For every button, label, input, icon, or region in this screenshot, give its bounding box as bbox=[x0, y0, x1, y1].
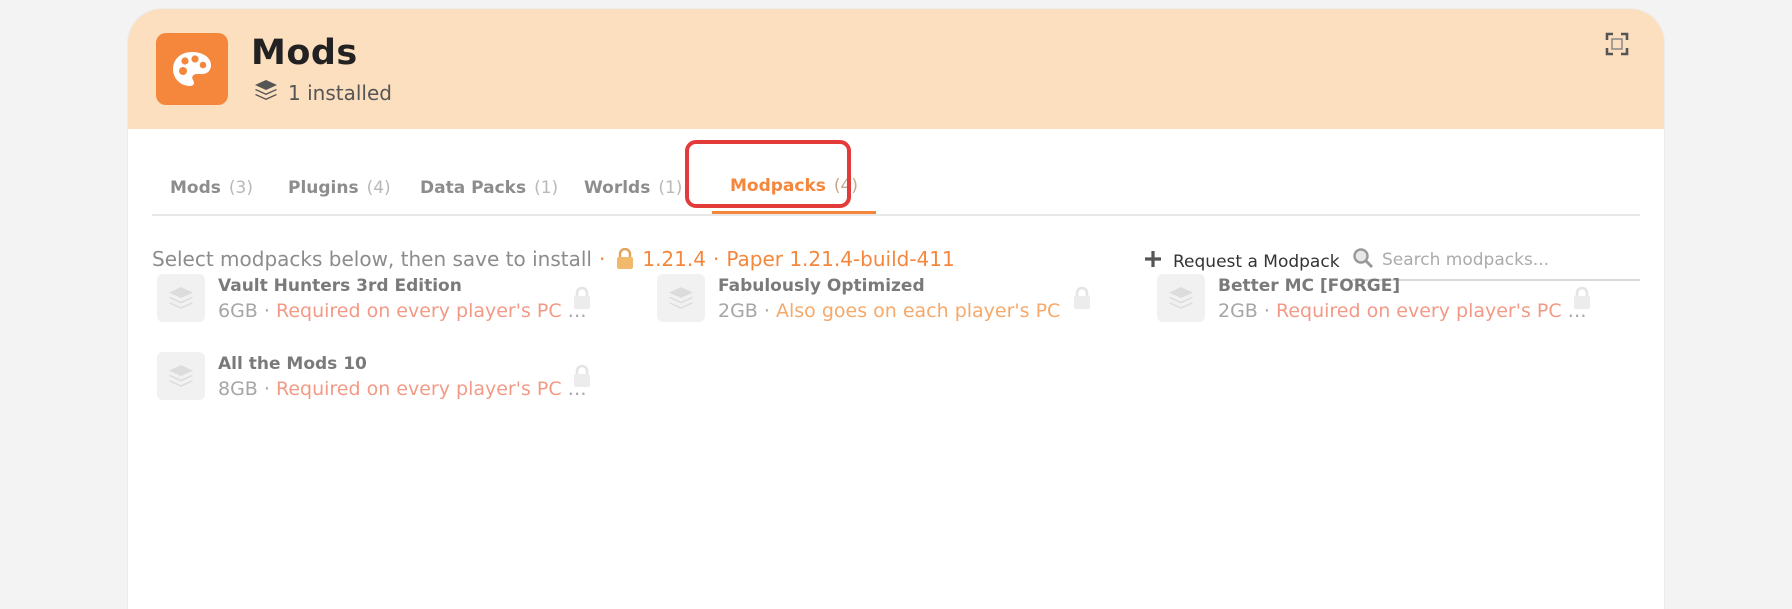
layers-icon bbox=[254, 79, 278, 106]
modpack-meta: 6GB · Required on every player's PC to j… bbox=[218, 300, 588, 322]
modpack-card[interactable]: All the Mods 10 8GB · Required on every … bbox=[128, 346, 608, 402]
modpack-name: Vault Hunters 3rd Edition bbox=[218, 276, 462, 296]
modpack-name: Fabulously Optimized bbox=[718, 276, 925, 296]
installed-count: 1 installed bbox=[254, 79, 392, 106]
mods-panel: Mods 1 installed Mods (3) Plugins (4) Da… bbox=[128, 9, 1664, 609]
modpack-card[interactable]: Fabulously Optimized 2GB · Also goes on … bbox=[628, 268, 1108, 324]
category-tabs: Mods (3) Plugins (4) Data Packs (1) Worl… bbox=[152, 161, 1640, 216]
tab-label: Plugins bbox=[288, 177, 359, 198]
tab-count: (4) bbox=[833, 175, 859, 196]
tab-count: (1) bbox=[534, 177, 559, 198]
lock-icon bbox=[574, 286, 590, 309]
modpack-note: Required on every player's PC to join bbox=[275, 378, 588, 400]
tab-modpacks[interactable]: Modpacks (4) bbox=[712, 159, 877, 214]
modpack-name: All the Mods 10 bbox=[218, 354, 367, 374]
tab-label: Data Packs bbox=[420, 177, 527, 198]
palette-icon bbox=[156, 33, 228, 105]
tab-mods[interactable]: Mods (3) bbox=[170, 161, 253, 214]
modpack-meta: 2GB · Also goes on each player's PC bbox=[718, 300, 1088, 322]
active-tab-indicator bbox=[712, 211, 877, 214]
layers-icon bbox=[1157, 274, 1205, 322]
layers-icon bbox=[157, 352, 205, 400]
search-input[interactable] bbox=[1382, 250, 1632, 270]
page-title: Mods bbox=[251, 33, 358, 73]
modpack-size: 2GB bbox=[1218, 300, 1258, 322]
lock-icon bbox=[1074, 286, 1090, 309]
separator: · bbox=[257, 378, 276, 400]
lock-icon bbox=[574, 364, 590, 387]
installed-label: 1 installed bbox=[288, 80, 392, 105]
tab-label: Modpacks bbox=[730, 175, 826, 196]
tab-label: Mods bbox=[170, 177, 221, 198]
tab-count: (4) bbox=[366, 177, 391, 198]
separator: · bbox=[257, 300, 276, 322]
tab-plugins[interactable]: Plugins (4) bbox=[288, 161, 391, 214]
tab-worlds[interactable]: Worlds (1) bbox=[584, 161, 682, 214]
modpack-name: Better MC [FORGE] bbox=[1218, 276, 1401, 296]
modpack-note: Also goes on each player's PC bbox=[775, 300, 1061, 322]
layers-icon bbox=[657, 274, 705, 322]
modpack-size: 2GB bbox=[718, 300, 758, 322]
modpack-card[interactable]: Better MC [FORGE] 2GB · Required on ever… bbox=[1128, 268, 1608, 324]
modpack-size: 6GB bbox=[218, 300, 258, 322]
lock-icon bbox=[616, 248, 634, 270]
modpack-note: Required on every player's PC to join bbox=[275, 300, 588, 322]
tab-data-packs[interactable]: Data Packs (1) bbox=[420, 161, 558, 214]
modpack-card[interactable]: Vault Hunters 3rd Edition 6GB · Required… bbox=[128, 268, 608, 324]
fullscreen-button[interactable] bbox=[1604, 31, 1630, 57]
lock-icon bbox=[1574, 286, 1590, 309]
panel-header: Mods 1 installed bbox=[128, 9, 1664, 129]
tab-count: (1) bbox=[658, 177, 683, 198]
modpack-meta: 8GB · Required on every player's PC to j… bbox=[218, 378, 588, 400]
modpack-size: 8GB bbox=[218, 378, 258, 400]
tab-label: Worlds bbox=[584, 177, 651, 198]
layers-icon bbox=[157, 274, 205, 322]
modpack-meta: 2GB · Required on every player's PC to j… bbox=[1218, 300, 1588, 322]
fullscreen-icon bbox=[1605, 32, 1629, 56]
separator: · bbox=[757, 300, 776, 322]
separator: · bbox=[1257, 300, 1276, 322]
modpack-note: Required on every player's PC to join bbox=[1275, 300, 1588, 322]
tab-count: (3) bbox=[228, 177, 253, 198]
